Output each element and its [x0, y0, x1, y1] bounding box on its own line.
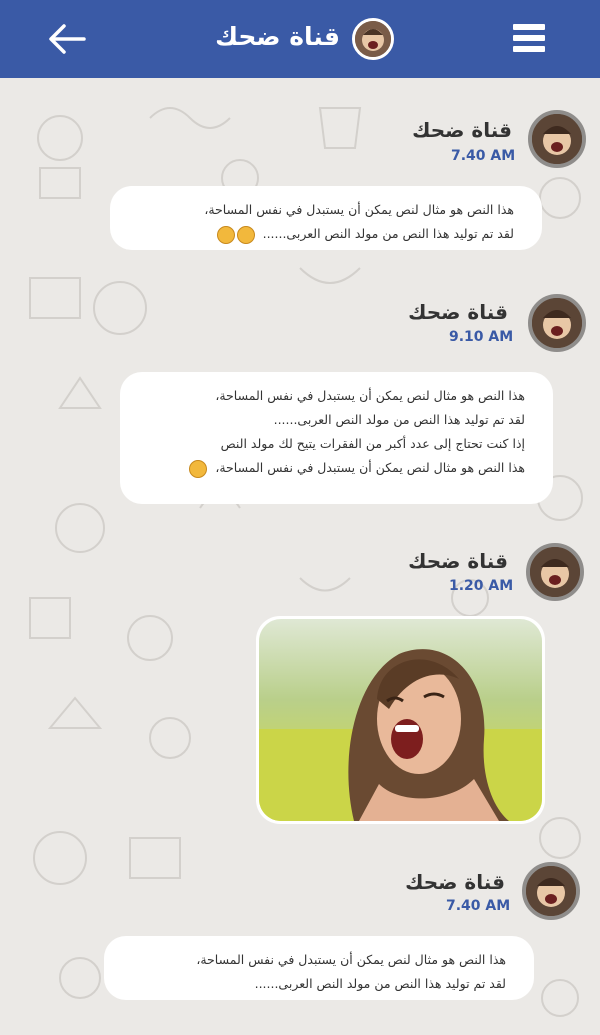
- message-line: لقد تم توليد هذا النص من مولد النص العرب…: [262, 226, 514, 241]
- message-line: لقد تم توليد هذا النص من مولد النص العرب…: [273, 412, 525, 427]
- message-bubble: هذا النص هو مثال لنص يمكن أن يستبدل في ن…: [120, 372, 553, 504]
- app-header: قناة ضحك: [0, 0, 600, 78]
- message-line: هذا النص هو مثال لنص يمكن أن يستبدل في ن…: [196, 952, 506, 967]
- message-bubble: هذا النص هو مثال لنص يمكن أن يستبدل في ن…: [110, 186, 542, 250]
- laughing-woman-photo: [259, 619, 542, 821]
- back-button[interactable]: [46, 20, 88, 58]
- message-line: هذا النص هو مثال لنص يمكن أن يستبدل في ن…: [215, 388, 525, 403]
- channel-title: قناة ضحك: [215, 22, 340, 51]
- sender-name: قناة ضحك: [408, 549, 508, 573]
- sender-name: قناة ضحك: [408, 300, 508, 324]
- sender-name: قناة ضحك: [412, 118, 512, 142]
- message-time: 7.40 AM: [451, 148, 516, 164]
- arrow-left-icon: [49, 24, 86, 54]
- happy-emoji-icon: [216, 226, 235, 244]
- sender-avatar[interactable]: [522, 862, 580, 920]
- message-line: لقد تم توليد هذا النص من مولد النص العرب…: [254, 976, 506, 991]
- message-bubble: هذا النص هو مثال لنص يمكن أن يستبدل في ن…: [104, 936, 534, 1000]
- laughing-emoji-icon: [236, 226, 255, 244]
- channel-avatar[interactable]: [352, 18, 394, 60]
- message-line: إذا كنت تحتاج إلى عدد أكبر من الفقرات يت…: [220, 436, 525, 451]
- sender-avatar[interactable]: [528, 110, 586, 168]
- sender-avatar[interactable]: [526, 543, 584, 601]
- image-message[interactable]: [256, 616, 545, 824]
- message-time: 1.20 AM: [449, 578, 514, 594]
- hamburger-menu-icon: [513, 24, 545, 52]
- sender-name: قناة ضحك: [405, 870, 505, 894]
- message-line: هذا النص هو مثال لنص يمكن أن يستبدل في ن…: [204, 202, 514, 217]
- smile-emoji-icon: [189, 460, 208, 478]
- sender-avatar[interactable]: [528, 294, 586, 352]
- message-time: 9.10 AM: [449, 329, 514, 345]
- message-time: 7.40 AM: [446, 898, 511, 914]
- menu-button[interactable]: [513, 24, 545, 52]
- message-line: هذا النص هو مثال لنص يمكن أن يستبدل في ن…: [215, 460, 525, 475]
